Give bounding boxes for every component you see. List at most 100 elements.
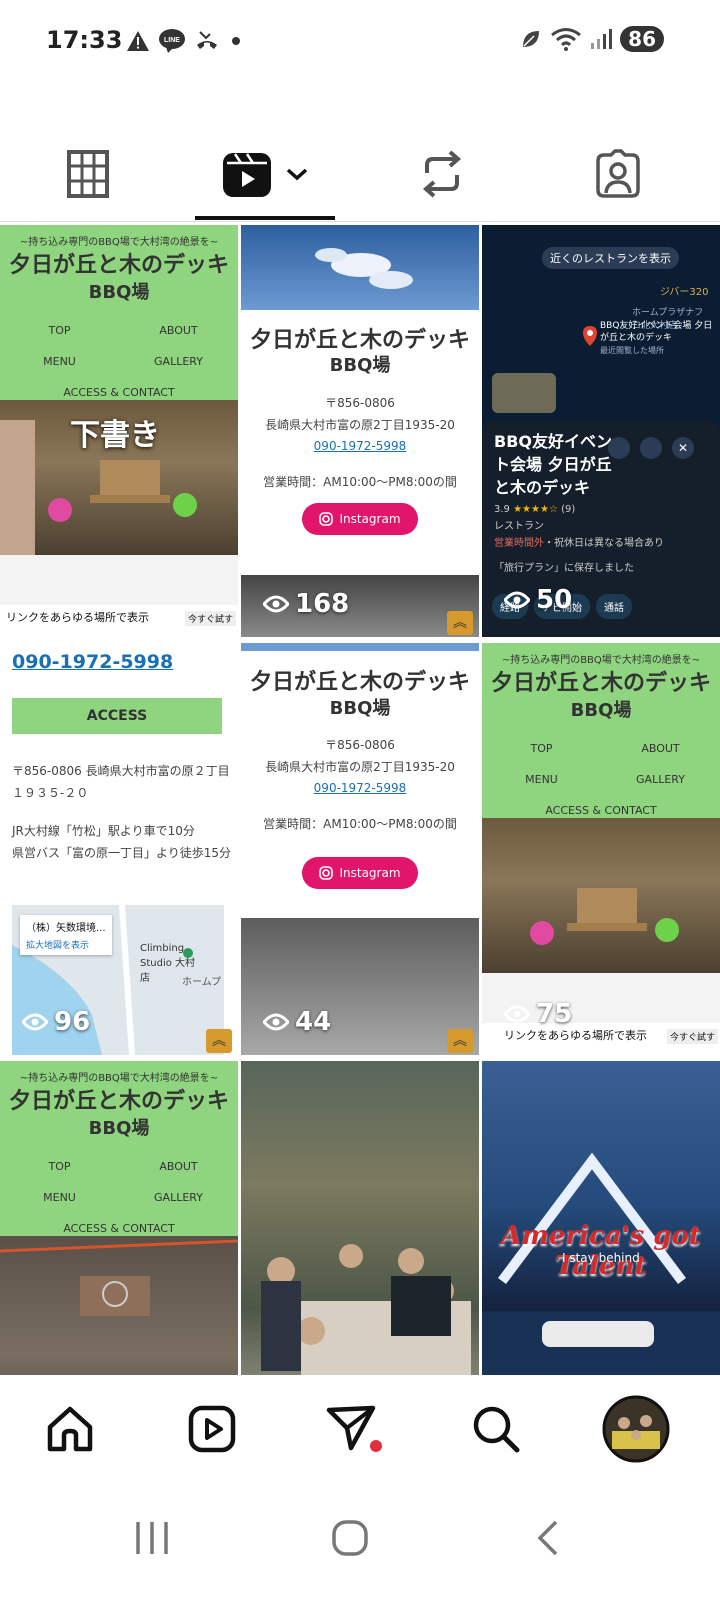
menu-access: ACCESS & CONTACT bbox=[63, 386, 175, 399]
site-menu: TOP ABOUT MENU GALLERY ACCESS & CONTACT bbox=[0, 1146, 238, 1236]
save-icon bbox=[608, 437, 630, 459]
boost-badge: ︽ bbox=[447, 611, 473, 635]
map-pin-label: BBQ友好イベント会場 夕日が丘と木のデッキ bbox=[600, 321, 713, 343]
group-photo bbox=[261, 1244, 471, 1375]
reel-thumbnail[interactable]: ~持ち込み専門のBBQ場で大村湾の絶景を~ 夕日が丘と木のデッキ BBQ場 TO… bbox=[0, 1061, 238, 1375]
venue-photo bbox=[0, 1236, 238, 1375]
try-now-label: 今すぐ試す bbox=[666, 1029, 718, 1044]
home-circle-icon bbox=[332, 1520, 368, 1556]
menu-gallery: GALLERY bbox=[636, 773, 685, 786]
address: 長崎県大村市富の原2丁目1935-20 bbox=[265, 417, 455, 432]
menu-menu: MENU bbox=[43, 355, 76, 368]
phone-link: 090-1972-5998 bbox=[12, 651, 174, 673]
direct-tab[interactable] bbox=[314, 1389, 394, 1469]
reels-tab[interactable] bbox=[195, 130, 335, 220]
reel-thumbnail[interactable]: 夕日が丘と木のデッキ BBQ場 〒856-0806 長崎県大村市富の原2丁目19… bbox=[241, 225, 479, 637]
line-icon: LINE bbox=[159, 29, 185, 53]
venue-scene bbox=[0, 1239, 238, 1316]
sky-photo bbox=[241, 225, 479, 310]
instagram-icon bbox=[319, 866, 334, 880]
site-title: 夕日が丘と木のデッキ bbox=[249, 328, 470, 353]
address-full: 〒856-0806 長崎県大村市富の原２丁目１９３５-２０ bbox=[12, 764, 230, 800]
reel-thumbnail[interactable]: 090-1972-5998 ACCESS 〒856-0806 長崎県大村市富の原… bbox=[0, 643, 238, 1055]
site-tagline: ~持ち込み専門のBBQ場で大村湾の絶景を~ bbox=[19, 237, 219, 248]
menu-about: ABOUT bbox=[159, 1160, 198, 1173]
rating-stars: ★★★★☆ bbox=[513, 503, 558, 515]
boost-badge: ︽ bbox=[447, 1029, 473, 1053]
map-station-label: ジバー320 bbox=[660, 287, 709, 298]
grid-icon bbox=[67, 150, 109, 198]
chevron-down-icon bbox=[286, 168, 308, 181]
bbq-photo: 下書き bbox=[0, 400, 238, 555]
menu-about: ABOUT bbox=[159, 324, 198, 337]
play-count-icon bbox=[263, 595, 289, 613]
site-tagline: ~持ち込み専門のBBQ場で大村湾の絶景を~ bbox=[19, 1073, 219, 1084]
bbq-scene bbox=[530, 888, 679, 945]
saved-note: 「旅行プラン」に保存しました bbox=[494, 562, 634, 574]
tagged-icon bbox=[596, 149, 640, 198]
battery-indicator: 86 bbox=[620, 26, 664, 52]
grid-tab[interactable] bbox=[18, 130, 158, 218]
phone-link: 090-1972-5998 bbox=[313, 439, 407, 454]
reel-thumbnail[interactable]: ~持ち込み専門のBBQ場で大村湾の絶景を~ 夕日が丘と木のデッキ BBQ場 TO… bbox=[0, 225, 238, 637]
site-subtitle: BBQ場 bbox=[329, 698, 391, 719]
menu-about: ABOUT bbox=[641, 742, 680, 755]
review-count: (9) bbox=[561, 503, 576, 515]
reels-nav-tab[interactable] bbox=[172, 1389, 252, 1469]
svg-text:LINE: LINE bbox=[164, 37, 180, 44]
tagged-tab[interactable] bbox=[548, 130, 688, 218]
bbq-photo bbox=[482, 818, 720, 973]
link-banner-text: リンクをあらゆる場所で表示 bbox=[6, 611, 149, 624]
instagram-label: Instagram bbox=[339, 866, 401, 880]
place-name: BBQ友好イベント会場 夕日が丘と木のデッキ bbox=[494, 432, 612, 498]
try-now-label: 今すぐ試す bbox=[184, 611, 236, 626]
site-subtitle: BBQ場 bbox=[88, 1117, 150, 1139]
rating-value: 3.9 bbox=[494, 503, 510, 515]
reel-thumbnail[interactable]: ~持ち込み専門のBBQ場で大村湾の絶景を~ 夕日が丘と木のデッキ BBQ場 TO… bbox=[482, 643, 720, 1055]
view-count: 44 bbox=[263, 1007, 331, 1037]
recent-apps-button[interactable] bbox=[122, 1513, 182, 1563]
play-count-icon bbox=[263, 1013, 289, 1031]
menu-top: TOP bbox=[48, 324, 71, 337]
draft-label: 下書き bbox=[70, 418, 160, 453]
site-subtitle: BBQ場 bbox=[570, 699, 632, 721]
search-tab[interactable] bbox=[456, 1389, 536, 1469]
call-button: 通話 bbox=[596, 594, 632, 619]
home-tab[interactable] bbox=[30, 1389, 110, 1469]
view-count-value: 44 bbox=[295, 1007, 332, 1037]
street-view-thumb bbox=[492, 373, 556, 413]
view-count: 96 bbox=[22, 1007, 90, 1037]
bottom-nav bbox=[0, 1375, 720, 1475]
site-subtitle: BBQ場 bbox=[329, 355, 391, 376]
recent-apps-icon bbox=[136, 1522, 168, 1554]
address: 長崎県大村市富の原2丁目1935-20 bbox=[265, 759, 455, 774]
reel-thumbnail[interactable] bbox=[241, 1061, 479, 1375]
missed-call-icon bbox=[197, 31, 217, 49]
reel-thumbnail[interactable]: 近くのレストランを表示 ジバー320 ホームプラザナフコ北大村店 BBQ友好イベ… bbox=[482, 225, 720, 637]
site-title: 夕日が丘と木のデッキ bbox=[249, 670, 470, 695]
reel-thumbnail[interactable]: 夕日が丘と木のデッキ BBQ場 〒856-0806 長崎県大村市富の原2丁目19… bbox=[241, 643, 479, 1055]
view-count-value: 96 bbox=[54, 1007, 91, 1037]
home-icon bbox=[47, 1406, 93, 1452]
profile-tab[interactable] bbox=[596, 1389, 676, 1469]
home-button[interactable] bbox=[320, 1513, 380, 1563]
place-category: レストラン bbox=[494, 520, 544, 532]
video-subtitle: I stay behind bbox=[562, 1251, 640, 1265]
reel-thumbnail[interactable]: America's got Talent I stay behind bbox=[482, 1061, 720, 1375]
close-icon: ✕ bbox=[672, 437, 694, 459]
system-nav-bar bbox=[0, 1475, 720, 1600]
status-bar: 17:33 LINE 86 bbox=[0, 0, 720, 84]
link-banner: リンクをあらゆる場所で表示 今すぐ試す bbox=[0, 605, 238, 637]
status-time: 17:33 bbox=[46, 26, 123, 54]
instagram-icon bbox=[319, 512, 334, 526]
back-button[interactable] bbox=[518, 1513, 578, 1563]
redacted-caption bbox=[542, 1321, 654, 1347]
map-home-label: ホームプ bbox=[182, 977, 222, 988]
reposts-tab[interactable] bbox=[372, 130, 512, 218]
site-menu: TOP ABOUT MENU GALLERY ACCESS & CONTACT bbox=[0, 310, 238, 400]
map-pin-icon bbox=[583, 326, 597, 346]
link-banner-text: リンクをあらゆる場所で表示 bbox=[504, 1029, 647, 1042]
instagram-label: Instagram bbox=[339, 512, 401, 526]
directions-bus: 県営バス「富の原一丁目」より徒歩15分 bbox=[12, 845, 232, 860]
hours-note: ・祝休日は異なる場合あり bbox=[544, 537, 664, 549]
